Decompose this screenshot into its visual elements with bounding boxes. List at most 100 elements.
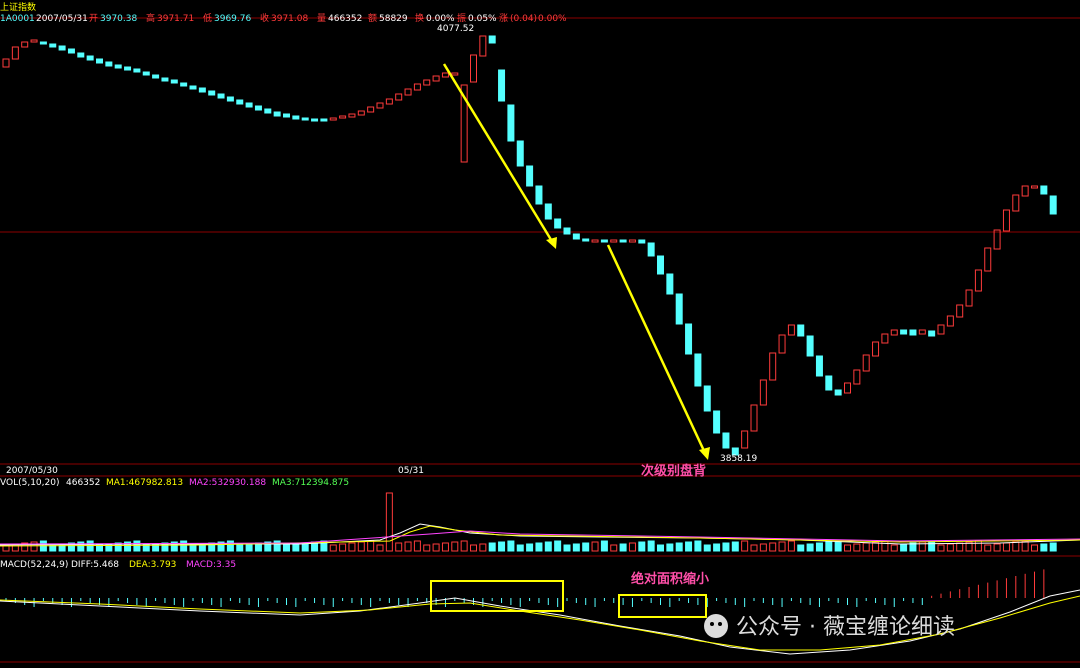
candle (610, 239, 618, 243)
volume-bar (142, 544, 150, 552)
volume-bar (1012, 541, 1020, 552)
volume-bar (357, 541, 365, 552)
candle (900, 329, 908, 335)
volume-bar (647, 540, 655, 552)
candle (39, 41, 47, 45)
volume-bar (610, 544, 618, 552)
volume-bar (713, 543, 721, 552)
close-value: 3971.08 (271, 14, 308, 24)
volume-bar (133, 540, 141, 552)
volume-bar (479, 543, 487, 552)
candle (974, 269, 982, 292)
volume-bar (451, 541, 459, 552)
volume-bar (423, 544, 431, 552)
candle (283, 113, 290, 118)
candle (124, 66, 132, 71)
volume-bar (544, 541, 552, 552)
candle (535, 185, 543, 205)
candlestick-series (2, 35, 1057, 456)
volume-bar (797, 544, 805, 552)
volume-bar (507, 540, 515, 552)
candle (96, 58, 103, 64)
candle (750, 404, 758, 432)
candle (853, 369, 861, 385)
candle (292, 115, 300, 120)
candle (722, 432, 730, 449)
amount-label: 额 (368, 12, 377, 24)
close-label: 收 (260, 12, 269, 24)
candle (385, 98, 393, 105)
vol-value: 466352 (66, 478, 100, 488)
change-percent: 0.00% (538, 14, 567, 24)
volume-bar (582, 542, 590, 552)
candle (815, 355, 823, 377)
candle (703, 385, 711, 412)
high-value: 3971.71 (157, 14, 194, 24)
candle (526, 165, 534, 187)
volume-bar (685, 541, 693, 552)
volume-bar (722, 542, 730, 552)
candle (806, 335, 814, 357)
candle (1031, 185, 1038, 189)
volume-bar (367, 540, 375, 552)
volume-bar (572, 543, 580, 552)
candle (348, 113, 356, 118)
candle (946, 315, 954, 327)
candle (236, 99, 244, 105)
volume-bar (844, 544, 851, 552)
candle (657, 255, 664, 275)
volume-bar (563, 544, 571, 552)
volume-bar (470, 544, 477, 552)
candle (1040, 185, 1048, 195)
candle (872, 341, 880, 357)
candle (208, 90, 216, 96)
macd-value: MACD:3.35 (186, 560, 236, 570)
candle (675, 293, 683, 325)
candle (329, 117, 337, 121)
chart-svg: 上证指数 1A0001 2007/05/31 开 3970.38 高 3971.… (0, 1, 1080, 663)
volume-bar (928, 540, 936, 552)
candle (666, 273, 674, 295)
macd-histogram (5, 569, 1045, 607)
candle (114, 64, 122, 69)
candle (170, 79, 178, 84)
volume-bar (825, 541, 833, 552)
volume-bar (180, 540, 188, 552)
candle (30, 39, 38, 43)
volume-label: 量 (317, 13, 326, 24)
volume-bar (600, 540, 608, 552)
candle (554, 218, 562, 229)
volume-bar (339, 543, 347, 552)
candle (862, 354, 870, 372)
candle (638, 239, 646, 244)
volume-bar (283, 544, 290, 552)
volume-bar (1031, 544, 1038, 552)
candle (67, 48, 75, 54)
volume-bar (516, 544, 524, 552)
volume-bar (778, 541, 786, 552)
volume-bar (535, 542, 543, 552)
candle (713, 410, 721, 434)
candle (797, 324, 805, 337)
candle (161, 77, 169, 82)
chart-window: 上证指数 1A0001 2007/05/31 开 3970.38 高 3971.… (0, 0, 1080, 668)
candle (21, 41, 29, 48)
low-label: 低 (203, 12, 212, 24)
volume-bar (226, 540, 234, 552)
high-label: 高 (146, 12, 155, 24)
candle (49, 43, 57, 48)
macd-dea: DEA:3.793 (129, 560, 176, 570)
open-value: 3970.38 (100, 14, 137, 24)
volume-bar (638, 541, 646, 552)
open-label: 开 (89, 13, 98, 24)
volume-value: 466352 (328, 14, 362, 24)
volume-bar (376, 544, 384, 552)
candle (572, 233, 580, 240)
volume-bar (1040, 543, 1048, 552)
candle (844, 382, 851, 394)
vol-ma2: MA2:532930.188 (189, 478, 266, 488)
high-price-label: 4077.52 (437, 24, 474, 34)
turnover-label: 换 (415, 12, 424, 24)
vol-ma3: MA3:712394.875 (272, 478, 349, 488)
volume-bar (329, 544, 337, 552)
